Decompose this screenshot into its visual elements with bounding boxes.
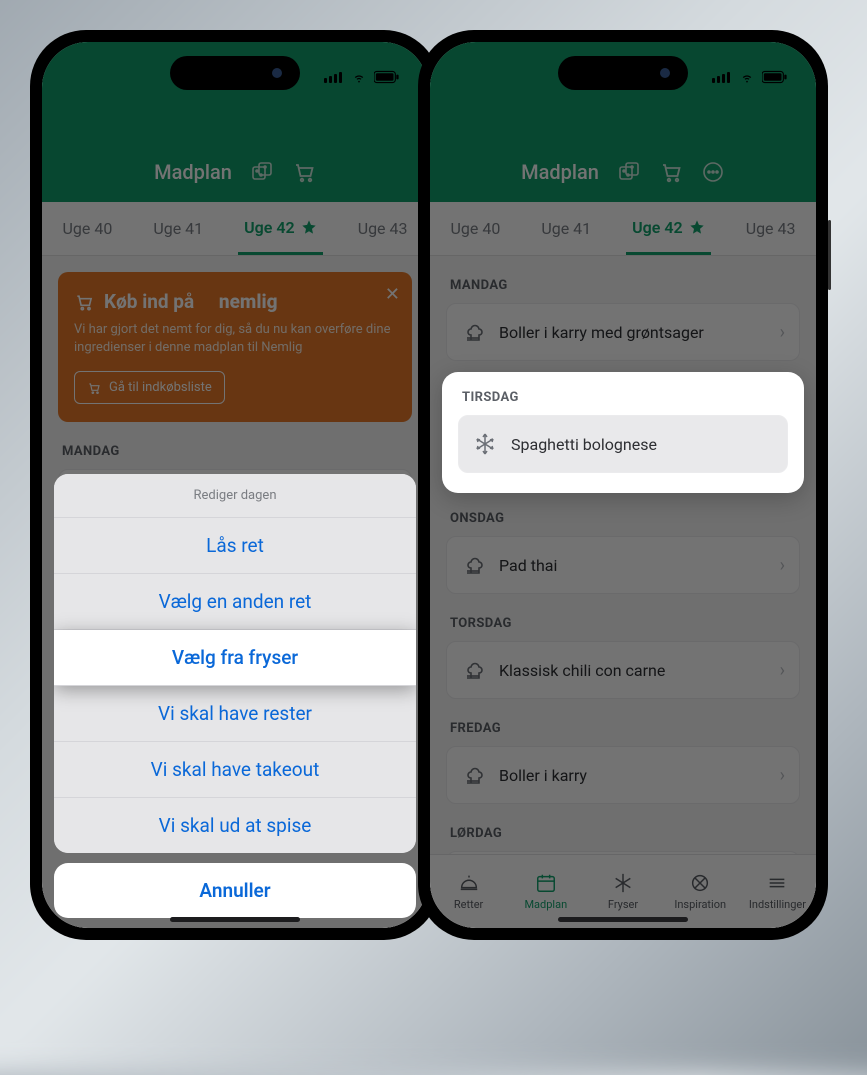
tuesday-highlight-block: TIRSDAG Spaghetti bolognese xyxy=(442,372,804,493)
promo-body: Vi har gjort det nemt for dig, så du nu … xyxy=(74,321,396,357)
day-label-monday: MANDAG xyxy=(450,278,796,293)
settings-icon xyxy=(766,872,788,894)
snowflake-icon xyxy=(612,872,634,894)
chef-hat-icon xyxy=(461,763,485,787)
week-tab-43[interactable]: Uge 43 xyxy=(740,202,802,255)
sheet-choose-from-freezer[interactable]: Vælg fra fryser xyxy=(54,630,416,686)
day-label-thursday: TORSDAG xyxy=(450,616,796,631)
week-tab-42[interactable]: Uge 42 xyxy=(626,202,710,255)
utensils-icon xyxy=(689,872,711,894)
meal-card-friday[interactable]: Boller i karry › xyxy=(446,746,800,804)
calendar-icon xyxy=(535,872,557,894)
device-notch xyxy=(170,56,300,90)
tab-retter[interactable]: Retter xyxy=(430,855,507,928)
home-indicator[interactable] xyxy=(170,917,300,922)
header-title: Madplan xyxy=(521,160,599,184)
week-tab-40[interactable]: Uge 40 xyxy=(57,202,119,255)
day-label-monday: MANDAG xyxy=(62,444,408,459)
sheet-takeout[interactable]: Vi skal have takeout xyxy=(54,742,416,798)
close-icon[interactable]: ✕ xyxy=(385,284,400,305)
week-tabs: Uge 40 Uge 41 Uge 42 Uge 43 xyxy=(42,202,428,256)
cart-icon xyxy=(74,292,94,312)
chef-hat-icon xyxy=(461,658,485,682)
phone-mockup-left: Madplan Uge 40 Uge 41 Uge 42 Uge 43 ✕ Kø… xyxy=(30,30,440,940)
chef-hat-icon xyxy=(461,553,485,577)
snowflake-icon xyxy=(473,432,497,456)
day-label-tuesday: TIRSDAG xyxy=(462,390,784,405)
week-tab-41[interactable]: Uge 41 xyxy=(147,202,209,255)
cart-icon[interactable] xyxy=(659,160,683,184)
home-indicator[interactable] xyxy=(558,917,688,922)
dice-icon[interactable] xyxy=(617,160,641,184)
week-tab-42[interactable]: Uge 42 xyxy=(238,202,322,255)
wifi-icon xyxy=(738,70,756,84)
star-icon xyxy=(689,219,705,235)
promo-goto-list-button[interactable]: Gå til indkøbsliste xyxy=(74,371,225,404)
chevron-right-icon: › xyxy=(780,660,785,681)
day-label-friday: FREDAG xyxy=(450,721,796,736)
meal-card-monday[interactable]: Boller i karry med grøntsager › xyxy=(446,303,800,361)
week-tab-43[interactable]: Uge 43 xyxy=(352,202,414,255)
sheet-leftovers[interactable]: Vi skal have rester xyxy=(54,686,416,742)
week-tab-41[interactable]: Uge 41 xyxy=(535,202,597,255)
meal-card-thursday[interactable]: Klassisk chili con carne › xyxy=(446,641,800,699)
week-tab-40[interactable]: Uge 40 xyxy=(445,202,507,255)
chevron-right-icon: › xyxy=(780,765,785,786)
dish-icon xyxy=(458,872,480,894)
tab-settings[interactable]: Indstillinger xyxy=(739,855,816,928)
day-label-saturday: LØRDAG xyxy=(450,826,796,841)
header-title: Madplan xyxy=(154,160,232,184)
meal-card-wednesday[interactable]: Pad thai › xyxy=(446,536,800,594)
chevron-right-icon: › xyxy=(780,555,785,576)
promo-title: Køb ind på nemlig xyxy=(74,290,396,313)
cart-icon[interactable] xyxy=(292,160,316,184)
phone-mockup-right: Madplan Uge 40 Uge 41 Uge 42 Uge 43 MAND… xyxy=(418,30,828,940)
action-sheet: Rediger dagen Lås ret Vælg en anden ret … xyxy=(54,474,416,918)
more-icon[interactable] xyxy=(701,160,725,184)
sheet-title: Rediger dagen xyxy=(54,474,416,518)
star-icon xyxy=(301,219,317,235)
sheet-choose-other[interactable]: Vælg en anden ret xyxy=(54,574,416,630)
dice-icon[interactable] xyxy=(250,160,274,184)
battery-icon xyxy=(374,70,400,84)
battery-icon xyxy=(762,70,788,84)
chef-hat-icon xyxy=(461,320,485,344)
signal-icon xyxy=(324,72,342,83)
cart-icon xyxy=(87,381,101,395)
wifi-icon xyxy=(350,70,368,84)
sheet-lock-dish[interactable]: Lås ret xyxy=(54,518,416,574)
device-notch xyxy=(558,56,688,90)
sheet-cancel-button[interactable]: Annuller xyxy=(54,863,416,918)
sheet-eat-out[interactable]: Vi skal ud at spise xyxy=(54,798,416,853)
signal-icon xyxy=(712,72,730,83)
chevron-right-icon: › xyxy=(780,322,785,343)
week-tabs: Uge 40 Uge 41 Uge 42 Uge 43 xyxy=(430,202,816,256)
meal-card-tuesday[interactable]: Spaghetti bolognese xyxy=(458,415,788,473)
promo-banner: ✕ Køb ind på nemlig Vi har gjort det nem… xyxy=(58,272,412,422)
day-label-wednesday: ONSDAG xyxy=(450,511,796,526)
